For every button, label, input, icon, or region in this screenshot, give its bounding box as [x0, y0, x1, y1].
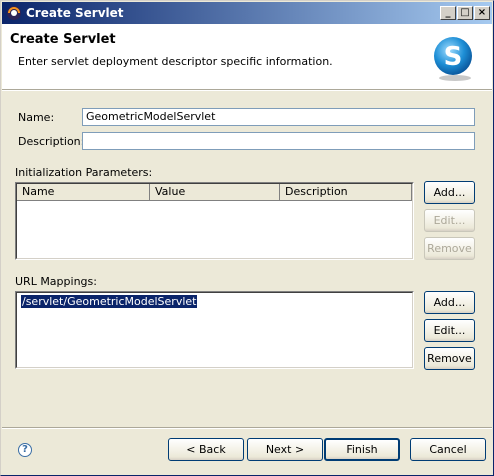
footer-separator	[2, 427, 492, 429]
list-item[interactable]: /servlet/GeometricModelServlet	[19, 294, 199, 309]
back-button-label: < Back	[186, 443, 226, 456]
svg-text:S: S	[444, 42, 463, 72]
init-params-edit-button[interactable]: Edit...	[424, 209, 475, 232]
description-label: Description:	[18, 135, 85, 148]
window-icon	[7, 6, 21, 20]
url-mappings-remove-button[interactable]: Remove	[424, 347, 475, 370]
init-params-table[interactable]: Name Value Description	[15, 182, 414, 260]
url-mappings-edit-button[interactable]: Edit...	[424, 319, 475, 342]
maximize-button[interactable]: □	[457, 6, 473, 20]
url-mappings-add-button[interactable]: Add...	[424, 291, 475, 314]
wizard-header: Create Servlet Enter servlet deployment …	[2, 24, 492, 90]
cancel-button-label: Cancel	[429, 443, 467, 456]
description-field[interactable]	[82, 132, 475, 150]
servlet-logo-icon: S	[434, 37, 472, 81]
init-params-add-button[interactable]: Add...	[424, 181, 475, 204]
page-title: Create Servlet	[10, 32, 116, 47]
finish-button[interactable]: Finish	[324, 438, 400, 461]
init-params-remove-button[interactable]: Remove	[424, 237, 475, 260]
finish-button-label: Finish	[346, 443, 378, 456]
column-header-description[interactable]: Description	[280, 184, 412, 201]
next-button-label: Next >	[265, 443, 305, 456]
back-button[interactable]: < Back	[168, 438, 244, 461]
cancel-button[interactable]: Cancel	[410, 438, 486, 461]
dialog-window: Create Servlet _ □ × Create Servlet Ente…	[0, 0, 494, 476]
column-header-value[interactable]: Value	[150, 184, 280, 201]
window-title: Create Servlet	[26, 6, 124, 20]
title-bar[interactable]: Create Servlet _ □ ×	[2, 2, 492, 24]
page-description: Enter servlet deployment descriptor spec…	[18, 55, 333, 68]
list-frame: /servlet/GeometricModelServlet	[16, 292, 413, 368]
name-field[interactable]: GeometricModelServlet	[82, 108, 475, 126]
url-mappings-list[interactable]: /servlet/GeometricModelServlet	[15, 291, 414, 369]
table-frame: Name Value Description	[16, 183, 413, 259]
header-separator	[2, 90, 492, 91]
column-header-name[interactable]: Name	[17, 184, 150, 201]
name-label: Name:	[18, 111, 55, 124]
close-button[interactable]: ×	[474, 6, 490, 20]
url-mappings-label: URL Mappings:	[15, 275, 97, 288]
help-icon[interactable]: ?	[18, 443, 32, 457]
init-params-label: Initialization Parameters:	[15, 166, 153, 179]
next-button[interactable]: Next >	[247, 438, 323, 461]
minimize-button[interactable]: _	[440, 6, 456, 20]
